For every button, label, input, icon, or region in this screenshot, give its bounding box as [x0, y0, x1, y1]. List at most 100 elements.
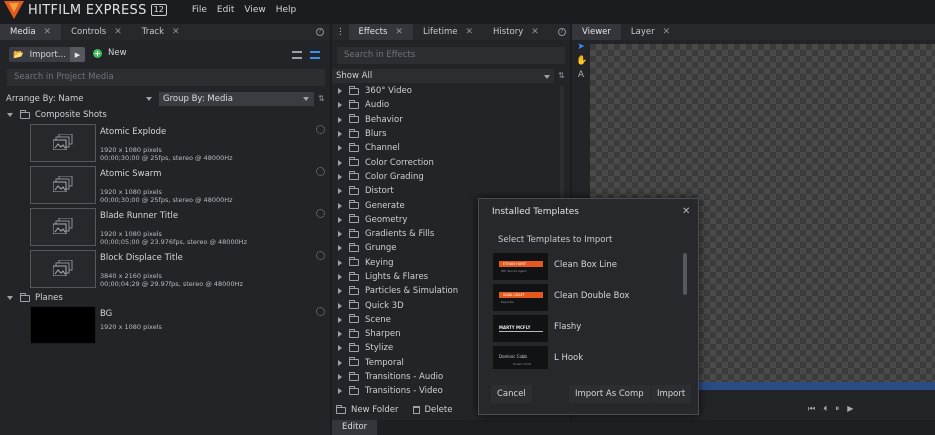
- close-icon[interactable]: ✕: [44, 27, 52, 37]
- new-folder-button[interactable]: New Folder: [336, 404, 399, 415]
- folder-composite-shots[interactable]: Composite Shots: [0, 109, 330, 121]
- tab-controls[interactable]: Controls ✕: [61, 24, 132, 40]
- effect-category[interactable]: Color Grading: [332, 170, 554, 184]
- play-icon[interactable]: ▶: [847, 404, 853, 414]
- tab-track[interactable]: Track ✕: [132, 24, 190, 40]
- gear-icon[interactable]: [316, 251, 325, 260]
- gear-icon[interactable]: [316, 125, 325, 134]
- effects-search-input[interactable]: Search in Effects: [337, 47, 565, 64]
- text-tool-icon[interactable]: A: [576, 70, 586, 80]
- chevron-down-icon[interactable]: [303, 97, 309, 101]
- hand-tool-icon[interactable]: ✋: [576, 56, 587, 66]
- close-icon[interactable]: ✕: [465, 27, 473, 37]
- group-by-select[interactable]: Group By: Media: [159, 92, 314, 106]
- media-item-atomic-explode[interactable]: Atomic Explode 1920 x 1080 pixels 00;00;…: [30, 124, 330, 162]
- effect-category[interactable]: Behavior: [332, 113, 554, 127]
- tab-media[interactable]: Media ✕: [0, 24, 62, 40]
- expand-icon[interactable]: [338, 316, 342, 323]
- expand-icon[interactable]: [338, 374, 342, 381]
- expand-icon[interactable]: [338, 302, 342, 309]
- media-item-atomic-swarm[interactable]: Atomic Swarm 1920 x 1080 pixels 00;00;30…: [30, 166, 330, 204]
- chevron-down-icon[interactable]: [544, 75, 550, 79]
- folder-planes[interactable]: Planes: [0, 292, 330, 304]
- close-icon[interactable]: ✕: [114, 27, 122, 37]
- close-icon[interactable]: ✕: [682, 206, 690, 217]
- expand-icon[interactable]: [338, 288, 342, 295]
- expand-icon[interactable]: [338, 331, 342, 338]
- tab-viewer[interactable]: Viewer: [572, 24, 621, 40]
- media-item-blade-runner-title[interactable]: Blade Runner Title 1920 x 1080 pixels 00…: [30, 208, 330, 246]
- expand-icon[interactable]: [338, 388, 342, 395]
- import-as-comp-button[interactable]: Import As Comp: [569, 385, 650, 403]
- effect-category[interactable]: 360° Video: [332, 84, 554, 98]
- tab-effects[interactable]: Effects ✕: [348, 24, 413, 40]
- gear-icon[interactable]: [316, 209, 325, 218]
- import-template-button[interactable]: Import: [651, 385, 692, 403]
- menu-help[interactable]: Help: [276, 5, 297, 15]
- import-dropdown-icon[interactable]: ▶: [70, 47, 85, 62]
- sort-icon[interactable]: ⇅: [558, 71, 565, 80]
- tab-lifetime[interactable]: Lifetime ✕: [413, 24, 483, 40]
- template-item[interactable]: Dominic Cobb Dream thief L Hook: [492, 344, 688, 369]
- expand-icon[interactable]: [338, 345, 342, 352]
- close-icon[interactable]: ✕: [395, 27, 403, 37]
- template-item[interactable]: ETHAN HUNT IMF Secret Agent Clean Box Line: [492, 251, 688, 282]
- expand-icon[interactable]: [338, 131, 342, 138]
- help-icon[interactable]: ?: [558, 28, 566, 36]
- menu-view[interactable]: View: [244, 5, 265, 15]
- help-icon[interactable]: ?: [316, 28, 324, 36]
- expand-icon[interactable]: [338, 259, 342, 266]
- menu-file[interactable]: File: [192, 5, 207, 15]
- skip-back-icon[interactable]: ⏮: [808, 404, 815, 414]
- tab-layer[interactable]: Layer ✕: [621, 24, 680, 40]
- pause-icon[interactable]: ⏸: [835, 404, 839, 414]
- delete-button[interactable]: Delete: [412, 405, 452, 415]
- template-item[interactable]: SARA CRAFT Reporter Clean Double Box: [492, 282, 688, 313]
- expand-icon[interactable]: [338, 359, 342, 366]
- more-icon[interactable]: ⋮: [336, 27, 345, 37]
- cancel-button[interactable]: Cancel: [491, 385, 532, 403]
- effect-category[interactable]: Color Correction: [332, 155, 554, 169]
- effect-category[interactable]: Channel: [332, 141, 554, 155]
- expand-icon[interactable]: [338, 188, 342, 195]
- expand-icon[interactable]: [7, 296, 13, 300]
- close-icon[interactable]: ✕: [172, 27, 180, 37]
- expand-icon[interactable]: [338, 88, 342, 95]
- expand-icon[interactable]: [338, 216, 342, 223]
- expand-icon[interactable]: [7, 113, 13, 117]
- effect-category[interactable]: Distort: [332, 184, 554, 198]
- menu-edit[interactable]: Edit: [217, 5, 234, 15]
- select-tool-icon[interactable]: ➤: [576, 42, 586, 52]
- expand-icon[interactable]: [338, 145, 342, 152]
- template-item[interactable]: MARTY MCFLY Flashy: [492, 313, 688, 344]
- expand-icon[interactable]: [338, 116, 342, 123]
- close-icon[interactable]: ✕: [531, 27, 539, 37]
- arrange-by-select[interactable]: Arrange By: Name: [6, 92, 156, 106]
- list-view-icon[interactable]: [292, 51, 302, 59]
- media-item-bg[interactable]: BG 1920 x 1080 pixels: [30, 306, 330, 344]
- tab-history[interactable]: History ✕: [483, 24, 549, 40]
- import-button[interactable]: 📂 Import... ▶: [9, 47, 85, 62]
- gear-icon[interactable]: [316, 167, 325, 176]
- expand-icon[interactable]: [338, 274, 342, 280]
- template-scrollbar[interactable]: [683, 253, 687, 295]
- expand-icon[interactable]: [338, 231, 342, 238]
- sort-icon[interactable]: ⇅: [318, 94, 325, 103]
- effects-filter-select[interactable]: Show All: [332, 69, 554, 83]
- media-item-block-displace-title[interactable]: Block Displace Title 3840 x 2160 pixels …: [30, 250, 330, 288]
- frame-back-icon[interactable]: ⏴: [823, 404, 827, 414]
- panel-menu[interactable]: ⋮: [332, 24, 349, 40]
- chevron-down-icon[interactable]: [146, 97, 152, 101]
- tab-editor[interactable]: Editor: [332, 420, 378, 435]
- gear-icon[interactable]: [316, 307, 325, 316]
- expand-icon[interactable]: [338, 173, 342, 180]
- new-button[interactable]: + New: [93, 48, 127, 58]
- effect-category[interactable]: Blurs: [332, 127, 554, 141]
- expand-icon[interactable]: [338, 159, 342, 166]
- expand-icon[interactable]: [338, 202, 342, 209]
- expand-icon[interactable]: [338, 245, 342, 252]
- detail-view-icon[interactable]: [310, 51, 320, 59]
- media-search-input[interactable]: Search in Project Media: [7, 69, 325, 86]
- expand-icon[interactable]: [338, 102, 342, 109]
- close-icon[interactable]: ✕: [663, 27, 671, 37]
